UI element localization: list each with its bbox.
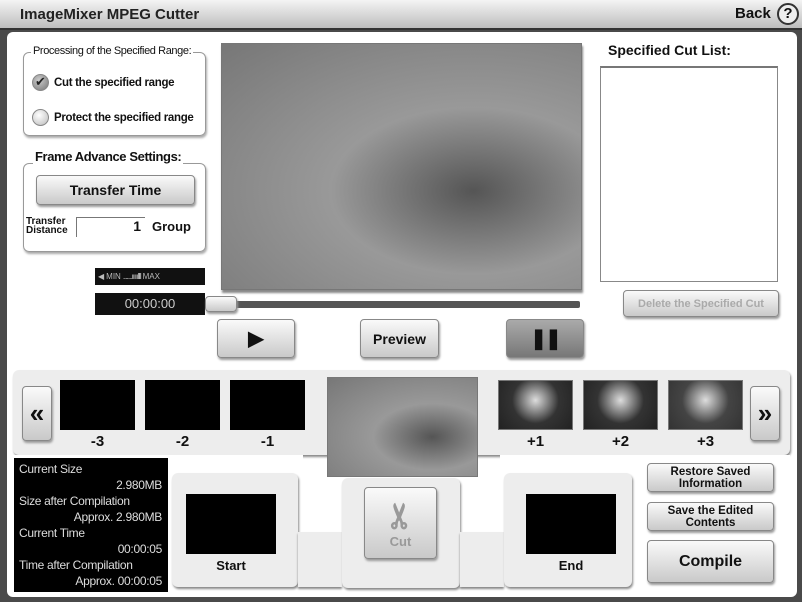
pause-button[interactable]: ❚❚ (506, 319, 584, 358)
pause-icon: ❚❚ (530, 328, 561, 350)
start-frame-thumb (186, 494, 276, 554)
cut-label: Cut (389, 533, 412, 549)
video-preview (221, 43, 582, 290)
volume-min: MIN (106, 272, 121, 281)
play-icon: ▶ (248, 328, 264, 350)
current-size-label: Current Size (19, 462, 83, 476)
cut-button[interactable]: ✂ Cut (364, 487, 437, 559)
seek-bar[interactable] (220, 301, 580, 308)
radio-protect[interactable]: Protect the specified range (32, 109, 194, 126)
size-after-label: Size after Compilation (19, 494, 130, 508)
radio-cut[interactable]: ✔ Cut the specified range (32, 74, 175, 91)
time-after-value: Approx. 00:00:05 (75, 574, 162, 588)
scissors-icon: ✂ (381, 501, 420, 530)
help-icon[interactable]: ? (777, 3, 799, 25)
group-unit-label: Group (152, 219, 191, 234)
frame-thumb-next[interactable] (498, 380, 573, 430)
speaker-icon: ◀ (98, 272, 105, 281)
volume-slider[interactable]: ◀ MIN .......ıııııllll MAX (95, 268, 205, 285)
transfer-time-button[interactable]: Transfer Time (36, 175, 195, 205)
end-label: End (558, 558, 584, 573)
volume-level-icon: .......ıııııllll (122, 272, 142, 281)
frame-thumb-next[interactable] (583, 380, 658, 430)
restore-button[interactable]: Restore Saved Information (647, 463, 774, 492)
frame-thumb-next[interactable] (668, 380, 743, 430)
info-panel: Current Size 2.980MB Size after Compilat… (14, 458, 168, 592)
seek-thumb[interactable] (205, 296, 237, 312)
frame-thumb-prev[interactable] (60, 380, 135, 430)
frame-label: +3 (696, 433, 715, 450)
next-frames-button[interactable]: » (750, 386, 780, 441)
label-line: Distance (26, 225, 68, 236)
cut-list-title: Specified Cut List: (608, 42, 731, 58)
current-size-value: 2.980MB (116, 478, 162, 492)
frame-thumb-prev[interactable] (145, 380, 220, 430)
double-chevron-left-icon: « (29, 398, 45, 428)
panel-connector (298, 532, 342, 587)
current-frame (327, 377, 478, 477)
back-button[interactable]: Back (735, 5, 771, 22)
current-time-label: Current Time (19, 526, 85, 540)
frame-thumb-prev[interactable] (230, 380, 305, 430)
frame-label: +2 (611, 433, 630, 450)
double-chevron-right-icon: » (757, 398, 773, 428)
frame-advance-label: Frame Advance Settings: (33, 149, 184, 164)
frame-label: -2 (175, 433, 190, 450)
play-button[interactable]: ▶ (217, 319, 295, 358)
delete-cut-button[interactable]: Delete the Specified Cut (623, 290, 779, 317)
checkmark-radio-icon: ✔ (32, 74, 49, 91)
compile-button[interactable]: Compile (647, 540, 774, 583)
transfer-distance-input[interactable]: 1 (76, 217, 145, 237)
end-frame-thumb (526, 494, 616, 554)
time-after-label: Time after Compilation (19, 558, 133, 572)
radio-label: Protect the specified range (54, 111, 194, 124)
cut-list[interactable] (600, 66, 778, 282)
start-label: Start (216, 558, 246, 573)
volume-max: MAX (142, 272, 160, 281)
processing-label: Processing of the Specified Range: (31, 45, 194, 57)
panel-connector (460, 532, 504, 587)
frame-label: +1 (526, 433, 545, 450)
size-after-value: Approx. 2.980MB (73, 510, 163, 524)
radio-icon (32, 109, 49, 126)
radio-label: Cut the specified range (54, 76, 175, 89)
current-time-value: 00:00:05 (117, 542, 163, 556)
prev-frames-button[interactable]: « (22, 386, 52, 441)
frame-label: -3 (90, 433, 105, 450)
transfer-distance-label: Transfer Distance (26, 217, 68, 236)
app-title: ImageMixer MPEG Cutter (20, 6, 200, 23)
timecode-display: 00:00:00 (95, 293, 205, 315)
preview-button[interactable]: Preview (360, 319, 439, 358)
save-edited-button[interactable]: Save the Edited Contents (647, 502, 774, 531)
frame-label: -1 (260, 433, 275, 450)
